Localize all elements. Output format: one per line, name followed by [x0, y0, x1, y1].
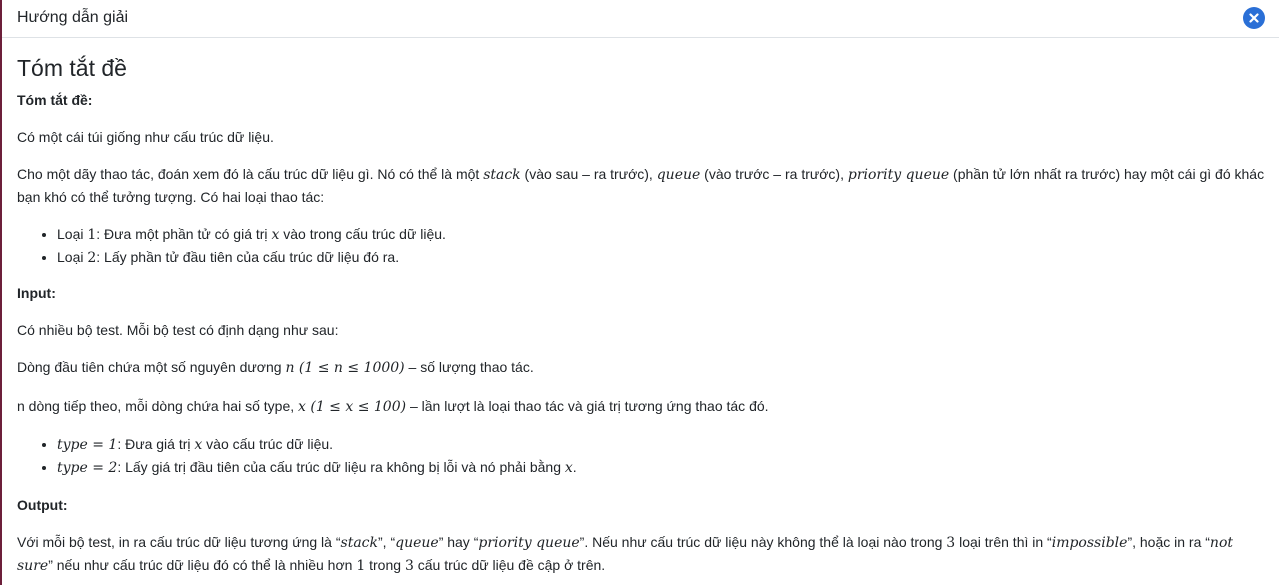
- input-label: Input:: [17, 285, 56, 301]
- output-label: Output:: [17, 497, 68, 513]
- close-button[interactable]: [1243, 7, 1265, 29]
- summary-description: Cho một dãy thao tác, đoán xem đó là cấu…: [17, 166, 1265, 205]
- summary-label: Tóm tắt đề:: [17, 92, 93, 108]
- close-icon: [1249, 13, 1259, 23]
- output-paragraph: Với mỗi bộ test, in ra cấu trúc dữ liệu …: [17, 534, 1233, 574]
- input-paragraph: Có nhiều bộ test. Mỗi bộ test có định dạ…: [17, 322, 339, 338]
- list-item: type = 1: Đưa giá trị x vào cấu trúc dữ …: [57, 433, 577, 456]
- input-first-line: Dòng đầu tiên chứa một số nguyên dương n…: [17, 359, 534, 376]
- type-list: type = 1: Đưa giá trị x vào cấu trúc dữ …: [17, 433, 577, 479]
- list-item: Loại 1: Đưa một phần tử có giá trị x vào…: [57, 223, 446, 246]
- section-heading: Tóm tắt đề: [17, 55, 127, 81]
- summary-paragraph: Có một cái túi giống như cấu trúc dữ liệ…: [17, 129, 274, 145]
- dialog-title: Hướng dẫn giải: [17, 9, 129, 26]
- window-edge: [0, 0, 2, 585]
- list-item: type = 2: Lấy giá trị đầu tiên của cấu t…: [57, 456, 577, 479]
- input-next-lines: n dòng tiếp theo, mỗi dòng chứa hai số t…: [17, 398, 769, 415]
- dialog-header: Hướng dẫn giải: [2, 0, 1279, 38]
- list-item: Loại 2: Lấy phần tử đầu tiên của cấu trú…: [57, 246, 446, 269]
- operation-list: Loại 1: Đưa một phần tử có giá trị x vào…: [17, 223, 446, 269]
